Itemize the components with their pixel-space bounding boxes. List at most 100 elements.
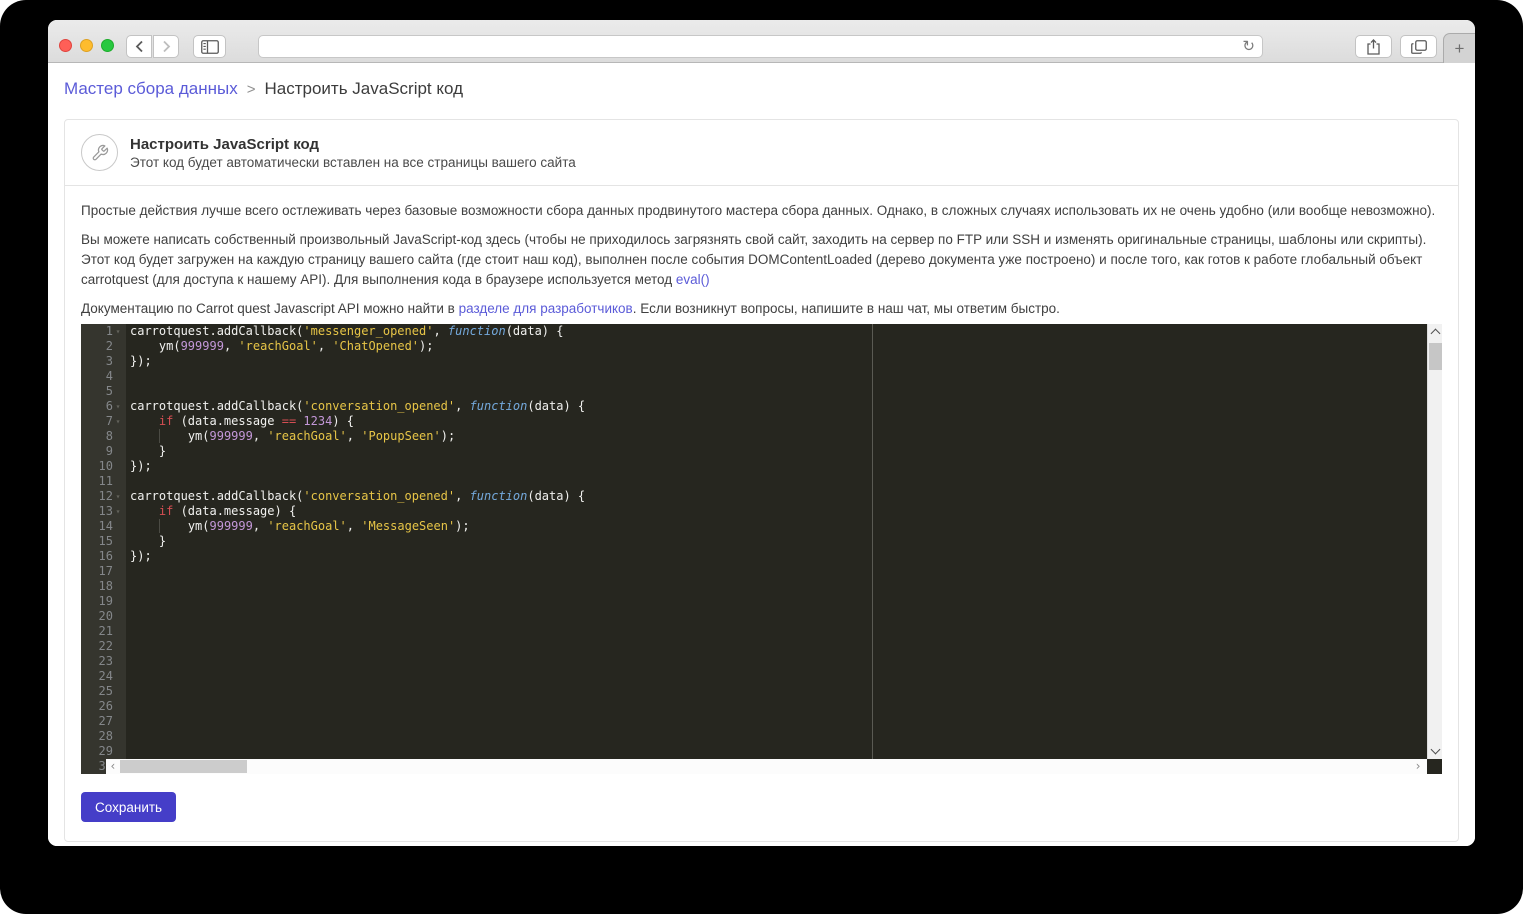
code-line[interactable]: [130, 594, 1427, 609]
close-window-button[interactable]: [59, 39, 72, 52]
gutter-line-number: 11: [81, 474, 126, 489]
paragraph-text: Вы можете написать собственный произволь…: [81, 232, 1426, 287]
forward-button[interactable]: [153, 35, 179, 58]
scroll-right-icon[interactable]: ›: [1411, 759, 1425, 774]
code-line[interactable]: [130, 384, 1427, 399]
code-line[interactable]: carrotquest.addCallback('messenger_opene…: [130, 324, 1427, 339]
code-line[interactable]: [130, 729, 1427, 744]
scroll-up-icon[interactable]: [1431, 329, 1441, 339]
code-line[interactable]: [130, 699, 1427, 714]
code-line[interactable]: ym(999999, 'reachGoal', 'PopupSeen');: [130, 429, 1427, 444]
chevron-right-icon: [162, 40, 171, 53]
gutter-line-number: 16: [81, 549, 126, 564]
fold-marker-icon[interactable]: ▾: [113, 489, 123, 504]
paragraph-text: . Если возникнут вопросы, напишите в наш…: [633, 301, 1060, 316]
code-line[interactable]: });: [130, 549, 1427, 564]
horizontal-scrollbar[interactable]: ‹ ›: [106, 759, 1427, 774]
code-line[interactable]: [130, 654, 1427, 669]
zoom-window-button[interactable]: [101, 39, 114, 52]
save-row: Сохранить: [81, 792, 1442, 822]
code-line[interactable]: [130, 624, 1427, 639]
minimize-window-button[interactable]: [80, 39, 93, 52]
vertical-scrollbar[interactable]: [1427, 324, 1442, 759]
wrench-icon: [81, 134, 118, 171]
code-line[interactable]: [130, 714, 1427, 729]
scrollbar-corner: [1427, 759, 1442, 774]
code-editor[interactable]: 1▾23456▾7▾89101112▾13▾141516171819202122…: [81, 324, 1442, 774]
eval-link[interactable]: eval(): [676, 272, 710, 287]
code-line[interactable]: [130, 639, 1427, 654]
editor-gutter: 1▾23456▾7▾89101112▾13▾141516171819202122…: [81, 324, 126, 774]
gutter-line-number: 21: [81, 624, 126, 639]
share-button[interactable]: [1355, 35, 1392, 58]
scroll-down-icon[interactable]: [1431, 745, 1441, 755]
gutter-line-number: 13▾: [81, 504, 126, 519]
breadcrumb: Мастер сбора данных > Настроить JavaScript…: [64, 79, 1459, 101]
paragraph-text: Простые действия лучше всего остлеживать…: [81, 203, 1435, 218]
gutter-line-number: 23: [81, 654, 126, 669]
code-line[interactable]: [130, 669, 1427, 684]
new-tab-button[interactable]: +: [1443, 33, 1475, 63]
breadcrumb-separator: >: [247, 81, 256, 98]
code-line[interactable]: carrotquest.addCallback('conversation_op…: [130, 399, 1427, 414]
gutter-line-number: 12▾: [81, 489, 126, 504]
gutter-line-number: 17: [81, 564, 126, 579]
page-subtitle: Этот код будет автоматически вставлен на…: [130, 154, 576, 171]
code-line[interactable]: }: [130, 444, 1427, 459]
fold-marker-icon[interactable]: ▾: [113, 504, 123, 519]
code-line[interactable]: ym(999999, 'reachGoal', 'ChatOpened');: [130, 339, 1427, 354]
code-line[interactable]: [130, 684, 1427, 699]
gutter-line-number: 26: [81, 699, 126, 714]
gutter-line-number: 2: [81, 339, 126, 354]
code-line[interactable]: });: [130, 459, 1427, 474]
vertical-scrollbar-thumb[interactable]: [1429, 343, 1442, 370]
gutter-line-number: 24: [81, 669, 126, 684]
breadcrumb-current: Настроить JavaScript код: [265, 79, 464, 98]
gutter-line-number: 10: [81, 459, 126, 474]
scroll-left-icon[interactable]: ‹: [106, 759, 120, 774]
address-bar[interactable]: ↻: [258, 35, 1263, 58]
gutter-line-number: 6▾: [81, 399, 126, 414]
horizontal-scrollbar-thumb[interactable]: [120, 760, 247, 773]
code-line[interactable]: }: [130, 534, 1427, 549]
tab-overview-button[interactable]: [1400, 35, 1437, 58]
code-line[interactable]: if (data.message == 1234) {: [130, 414, 1427, 429]
code-line[interactable]: ym(999999, 'reachGoal', 'MessageSeen');: [130, 519, 1427, 534]
share-icon: [1367, 39, 1380, 55]
editor-code[interactable]: carrotquest.addCallback('messenger_opene…: [126, 324, 1427, 774]
code-line[interactable]: [130, 564, 1427, 579]
breadcrumb-link-wizard[interactable]: Мастер сбора данных: [64, 79, 238, 98]
gutter-line-number: 14: [81, 519, 126, 534]
code-line[interactable]: [130, 474, 1427, 489]
description-paragraph-3: Документацию по Carrot quest Javascript …: [81, 299, 1442, 319]
gutter-line-number: 22: [81, 639, 126, 654]
browser-window: ↻ +: [48, 20, 1475, 846]
code-line[interactable]: });: [130, 354, 1427, 369]
gutter-line-number: 3: [81, 354, 126, 369]
tabs-icon: [1411, 40, 1427, 54]
reload-icon[interactable]: ↻: [1242, 37, 1255, 55]
code-line[interactable]: carrotquest.addCallback('conversation_op…: [130, 489, 1427, 504]
gutter-line-number: 29: [81, 744, 126, 759]
sidebar-toggle-button[interactable]: [193, 35, 226, 58]
fold-marker-icon[interactable]: ▾: [113, 399, 123, 414]
save-button[interactable]: Сохранить: [81, 792, 176, 822]
code-line[interactable]: [130, 744, 1427, 759]
gutter-line-number: 15: [81, 534, 126, 549]
developers-section-link[interactable]: разделе для разработчиков: [459, 301, 633, 316]
code-line[interactable]: [130, 609, 1427, 624]
sidebar-icon: [201, 40, 219, 54]
back-button[interactable]: [126, 35, 152, 58]
gutter-line-number: 28: [81, 729, 126, 744]
gutter-line-number: 7▾: [81, 414, 126, 429]
code-line[interactable]: [130, 579, 1427, 594]
code-line[interactable]: if (data.message) {: [130, 504, 1427, 519]
description-paragraph-2: Вы можете написать собственный произволь…: [81, 230, 1442, 290]
fold-marker-icon[interactable]: ▾: [113, 324, 123, 339]
settings-card: Настроить JavaScript код Этот код будет …: [64, 119, 1459, 842]
gutter-line-number: 18: [81, 579, 126, 594]
chevron-left-icon: [135, 40, 144, 53]
window-controls: [59, 39, 114, 52]
fold-marker-icon[interactable]: ▾: [113, 414, 123, 429]
code-line[interactable]: [130, 369, 1427, 384]
